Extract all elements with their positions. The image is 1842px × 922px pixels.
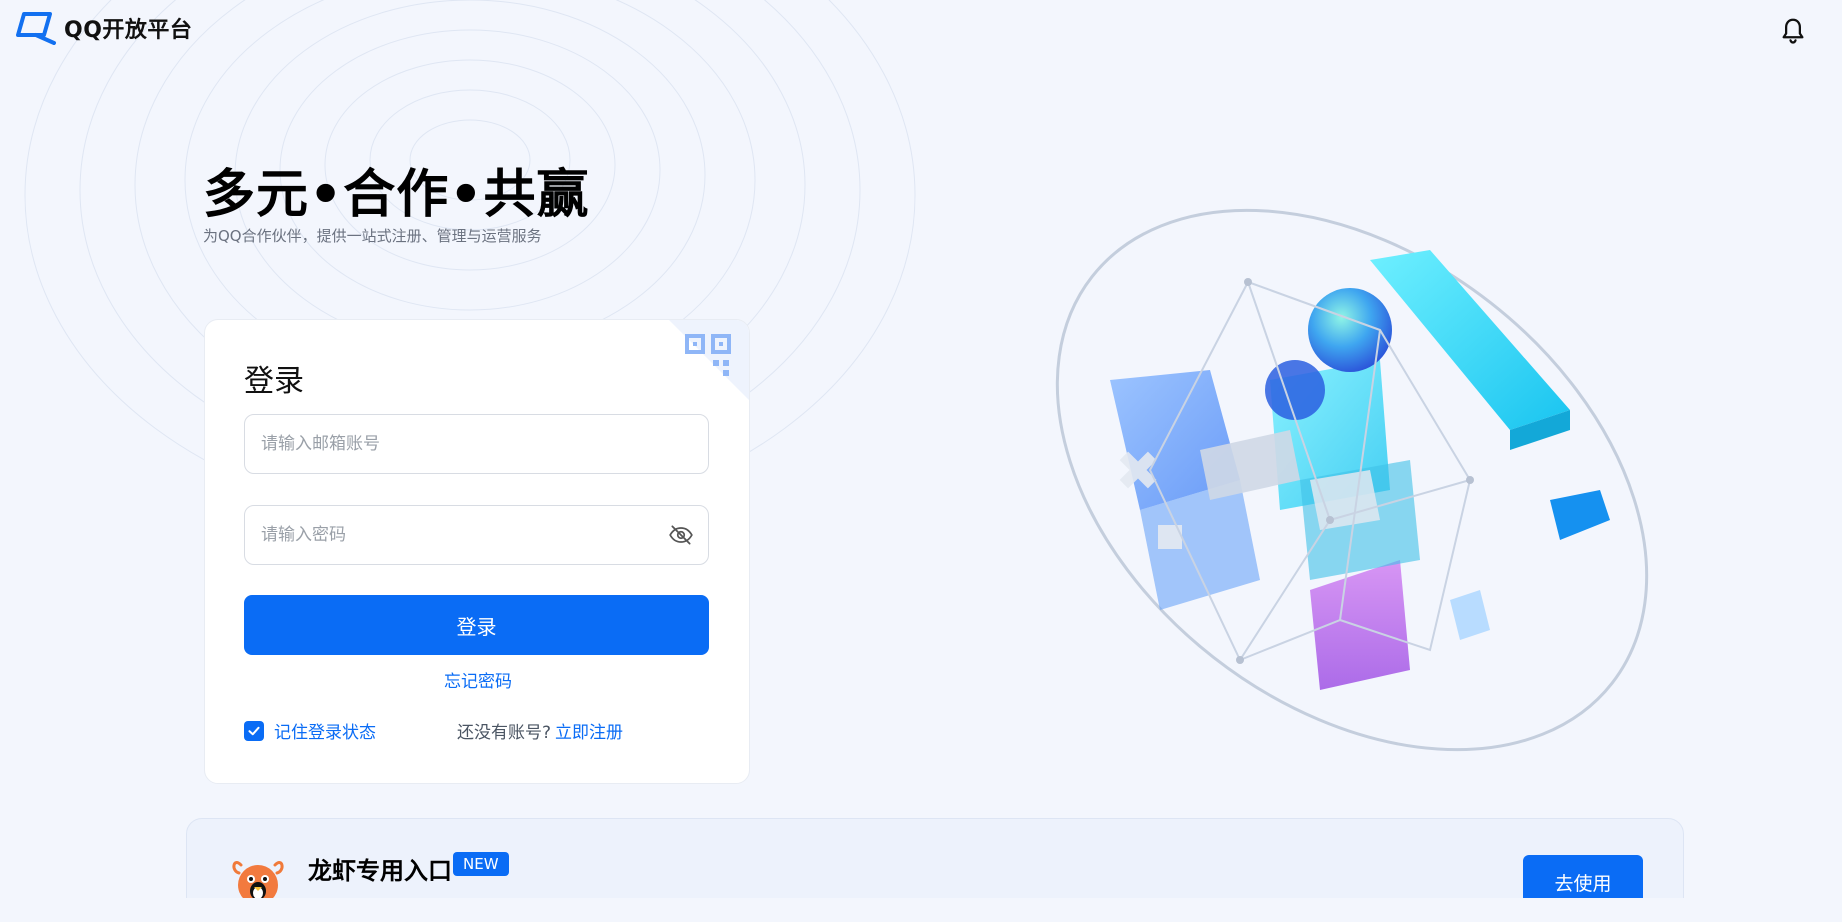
- new-badge: NEW: [453, 852, 509, 876]
- eye-hidden-icon[interactable]: [668, 522, 694, 548]
- login-card: 登录 登录 忘记密码 记住登录状态 还没有账号?立即注册: [204, 319, 750, 784]
- hero-title: 多元•合作•共赢: [203, 165, 590, 225]
- qr-login-toggle-icon[interactable]: [669, 320, 749, 400]
- login-button[interactable]: 登录: [244, 595, 709, 655]
- register-link[interactable]: 立即注册: [555, 723, 623, 743]
- qq-open-platform-logo-icon: [16, 12, 56, 45]
- remember-login-checkbox[interactable]: 记住登录状态: [244, 718, 376, 743]
- password-input[interactable]: [245, 506, 668, 564]
- forgot-password-link[interactable]: 忘记密码: [205, 667, 749, 692]
- remember-label: 记住登录状态: [274, 723, 376, 743]
- page-bottom-edge: [0, 898, 1842, 922]
- hero-subtitle: 为QQ合作伙伴，提供一站式注册、管理与运营服务: [203, 227, 542, 245]
- promo-title: 龙虾专用入口: [308, 857, 452, 885]
- password-field[interactable]: [244, 505, 709, 565]
- login-title: 登录: [244, 364, 304, 399]
- top-bar: QQ开放平台: [0, 0, 1842, 60]
- email-field[interactable]: [244, 414, 709, 474]
- no-account-prompt: 还没有账号? 立即注册: [457, 718, 623, 743]
- checkbox-checked-icon[interactable]: [244, 720, 264, 741]
- brand-logo[interactable]: QQ开放平台: [14, 11, 192, 45]
- bell-icon[interactable]: [1778, 16, 1808, 46]
- no-account-text: 还没有账号?: [457, 723, 552, 743]
- hero-illustration: [1055, 208, 1649, 752]
- brand-name: QQ开放平台: [64, 18, 193, 43]
- email-input[interactable]: [245, 415, 708, 473]
